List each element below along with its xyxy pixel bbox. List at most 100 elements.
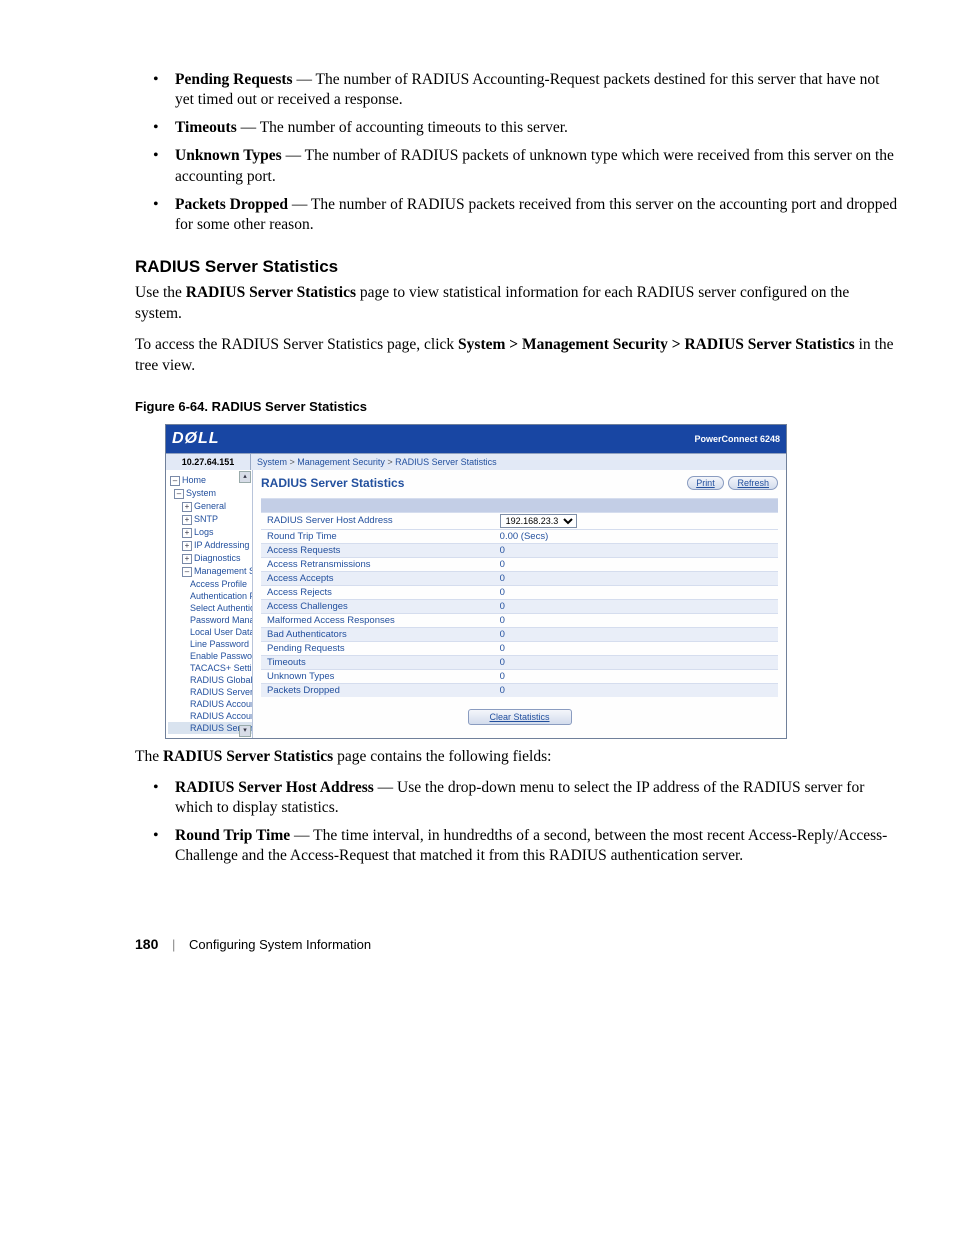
collapse-icon[interactable]: – [174,489,184,499]
breadcrumb-segment[interactable]: Management Security [297,457,385,467]
tree-item[interactable]: +Logs [168,526,252,539]
tree-item-label: IP Addressing [194,540,249,550]
tree-item[interactable]: Enable Password [168,650,252,662]
tree-item[interactable]: +SNTP [168,513,252,526]
table-row: Access Retransmissions0 [261,557,778,571]
tree-item-label: Line Password [190,639,249,649]
breadcrumb-bar: 10.27.64.151 System > Management Securit… [166,453,786,470]
tree-item-label: Diagnostics [194,553,241,563]
tree-item-label: Enable Password [190,651,253,661]
host-address-select[interactable]: 192.168.23.3 [500,514,577,528]
stat-value: 0 [494,627,778,641]
clear-statistics-button[interactable]: Clear Statistics [468,709,572,725]
tree-item[interactable]: +General [168,500,252,513]
stat-value[interactable]: 192.168.23.3 [494,512,778,529]
expand-icon[interactable]: + [182,554,192,564]
breadcrumb-segment[interactable]: System [257,457,287,467]
top-bullet-list: Pending Requests — The number of RADIUS … [135,70,899,235]
bullet-item: Unknown Types — The number of RADIUS pac… [175,146,899,186]
tree-item[interactable]: Select Authentic [168,602,252,614]
tree-item[interactable]: TACACS+ Settin [168,662,252,674]
tree-item[interactable]: –Management Securi [168,565,252,578]
stat-value: 0 [494,655,778,669]
tree-item[interactable]: Access Profile [168,578,252,590]
intro-paragraph-1: Use the RADIUS Server Statistics page to… [135,283,899,325]
tree-item-label: Logs [194,527,214,537]
tree-item-label: RADIUS Server C [190,687,253,697]
text: The [135,748,163,765]
tree-item-label: RADIUS Accoun [190,699,253,709]
tree-item[interactable]: Authentication P [168,590,252,602]
scroll-up-icon[interactable]: ▴ [239,471,251,483]
chapter-title: Configuring System Information [189,937,371,952]
expand-icon[interactable]: + [182,515,192,525]
tree-item-label: General [194,501,226,511]
table-row: Round Trip Time0.00 (Secs) [261,529,778,543]
tree-item[interactable]: RADIUS Global C [168,674,252,686]
tree-item[interactable]: Password Manag [168,614,252,626]
table-row: Access Accepts0 [261,571,778,585]
tree-item-label: SNTP [194,514,218,524]
stat-value: 0 [494,599,778,613]
stat-label: Access Requests [261,543,494,557]
tree-item[interactable]: RADIUS Accoun [168,710,252,722]
stat-label: Access Retransmissions [261,557,494,571]
stat-label: Bad Authenticators [261,627,494,641]
tree-item[interactable]: –System [168,487,252,500]
expand-icon[interactable]: + [182,541,192,551]
breadcrumb-segment[interactable]: RADIUS Server Statistics [395,457,497,467]
table-row: Pending Requests0 [261,641,778,655]
table-row: Malformed Access Responses0 [261,613,778,627]
text-bold: RADIUS Server Statistics [186,284,356,301]
tree-item[interactable]: +IP Addressing [168,539,252,552]
table-row: Access Requests0 [261,543,778,557]
bottom-bullet-list: RADIUS Server Host Address — Use the dro… [135,778,899,867]
breadcrumb: System > Management Security > RADIUS Se… [251,454,786,470]
tree-item-label: Management Securi [194,566,253,576]
expand-icon[interactable]: + [182,502,192,512]
text-bold: RADIUS Server Statistics [163,748,333,765]
app-titlebar: DØLL PowerConnect 6248 [166,425,786,453]
table-row: Timeouts0 [261,655,778,669]
content-panel: RADIUS Server Statistics Print Refresh R… [253,470,786,738]
scroll-down-icon[interactable]: ▾ [239,725,251,737]
bullet-term: Unknown Types [175,147,282,164]
tree-item-label: Password Manag [190,615,253,625]
stat-value: 0 [494,613,778,627]
print-button[interactable]: Print [687,476,724,490]
tree-item[interactable]: RADIUS Accoun [168,698,252,710]
stat-value: 0 [494,571,778,585]
stat-label: Pending Requests [261,641,494,655]
bullet-item: RADIUS Server Host Address — Use the dro… [175,778,899,818]
text-bold: System > Management Security > RADIUS Se… [458,336,855,353]
tree-item-label: Access Profile [190,579,247,589]
table-row: RADIUS Server Host Address192.168.23.3 [261,512,778,529]
tree-item-label: TACACS+ Settin [190,663,253,673]
refresh-button[interactable]: Refresh [728,476,778,490]
stat-label: Access Challenges [261,599,494,613]
footer-separator: | [172,937,175,952]
stat-label: Packets Dropped [261,683,494,697]
bullet-term: Round Trip Time [175,827,290,844]
product-name: PowerConnect 6248 [694,434,780,444]
stat-value: 0 [494,641,778,655]
tree-item[interactable]: RADIUS Server C [168,686,252,698]
collapse-icon[interactable]: – [170,476,180,486]
stat-label: Access Accepts [261,571,494,585]
bullet-item: Round Trip Time — The time interval, in … [175,826,899,866]
bullet-term: RADIUS Server Host Address [175,779,374,796]
expand-icon[interactable]: + [182,528,192,538]
outro-paragraph: The RADIUS Server Statistics page contai… [135,747,899,768]
collapse-icon[interactable]: – [182,567,192,577]
breadcrumb-separator: > [385,457,395,467]
stat-value: 0 [494,683,778,697]
page-number: 180 [135,936,158,952]
stat-label: Timeouts [261,655,494,669]
statistics-table: RADIUS Server Host Address192.168.23.3Ro… [261,498,778,698]
stat-label: Round Trip Time [261,529,494,543]
tree-item[interactable]: Local User Datab [168,626,252,638]
table-row: Access Challenges0 [261,599,778,613]
tree-item[interactable]: +Diagnostics [168,552,252,565]
tree-item[interactable]: Line Password [168,638,252,650]
bullet-item: Packets Dropped — The number of RADIUS p… [175,195,899,235]
